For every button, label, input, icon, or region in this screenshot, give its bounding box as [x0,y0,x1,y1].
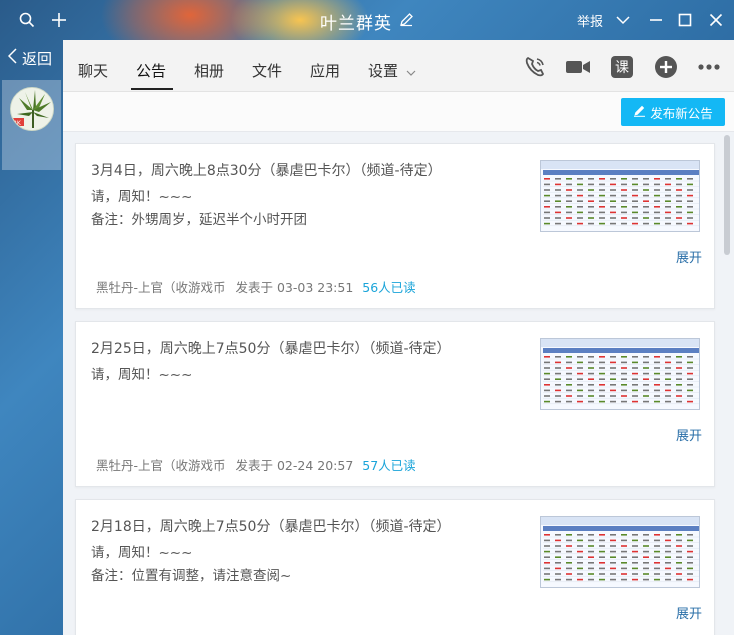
tab-announcements[interactable]: 公告 [136,60,166,81]
main-panel: 聊天 公告 相册 文件 应用 设置 课 发布新公告 3月4日，周六晚上8点30分… [63,40,734,635]
posted-time: 发表于 02-24 20:57 [235,458,354,473]
minimize-icon[interactable] [645,9,667,31]
expand-link[interactable]: 展开 [676,247,702,266]
announcement-title: 2月18日，周六晚上7点50分（暴虐巴卡尔）（频道-待定） [91,519,451,535]
qq-group-window: 叶兰群英 举报 返回 2K 聊天 公告 相册 文件 应用 设置 课 发布新公告 … [0,0,734,635]
back-button[interactable]: 返回 [7,47,53,69]
announcement-feed: 3月4日，周六晚上8点30分（暴虐巴卡尔）（频道-待定） 请，周知！~~~ 备注… [63,133,734,635]
announcement-line: 请，周知！~~~ [91,367,193,383]
chevron-down-icon[interactable] [612,9,634,31]
announcement-title: 2月25日，周六晚上7点50分（暴虐巴卡尔）（频道-待定） [91,341,451,357]
announcement-attachment-thumbnail[interactable] [540,338,700,410]
author-name[interactable]: 黑牡丹-上官（收游戏币 [96,458,226,473]
course-icon[interactable]: 课 [609,54,635,80]
read-count[interactable]: 56人已读 [362,280,415,295]
publish-announcement-button[interactable]: 发布新公告 [621,98,725,126]
announcement-attachment-thumbnail[interactable] [540,160,700,232]
announcement-title: 3月4日，周六晚上8点30分（暴虐巴卡尔）（频道-待定） [91,163,442,179]
course-icon-glyph: 课 [611,56,633,78]
back-label: 返回 [22,49,53,68]
announcement-card[interactable]: 2月25日，周六晚上7点50分（暴虐巴卡尔）（频道-待定） 请，周知！~~~ 展… [75,321,715,487]
publish-label: 发布新公告 [650,105,713,121]
announcement-line: 请，周知！~~~ [91,189,193,205]
chevron-left-icon [7,48,17,68]
author-name[interactable]: 黑牡丹-上官（收游戏币 [96,280,226,295]
close-icon[interactable] [705,9,727,31]
announcement-meta: 黑牡丹-上官（收游戏币 发表于 02-24 20:57 57人已读 [96,455,416,474]
expand-link[interactable]: 展开 [676,425,702,444]
video-call-icon[interactable] [565,54,591,80]
announcement-line: 备注：位置有调整，请注意查阅~ [91,568,292,584]
tab-apps[interactable]: 应用 [310,60,340,81]
maximize-icon[interactable] [674,9,696,31]
announcement-card[interactable]: 2月18日，周六晚上7点50分（暴虐巴卡尔）（频道-待定） 请，周知！~~~ 备… [75,499,715,635]
left-column: 返回 2K [0,40,63,635]
tab-chat[interactable]: 聊天 [78,60,108,81]
posted-time: 发表于 03-03 23:51 [235,280,354,295]
group-avatar[interactable]: 2K [10,87,54,131]
scrollbar-thumb[interactable] [724,135,730,255]
announcement-toolbar: 发布新公告 [63,92,734,132]
read-count[interactable]: 57人已读 [362,458,415,473]
title-bar: 叶兰群英 举报 [0,0,734,40]
tab-settings-label: 设置 [368,62,399,80]
schedule-table-image [541,339,699,405]
tab-bar: 聊天 公告 相册 文件 应用 设置 课 [63,40,734,92]
group-name: 叶兰群英 [320,14,392,34]
announcement-card[interactable]: 3月4日，周六晚上8点30分（暴虐巴卡尔）（频道-待定） 请，周知！~~~ 备注… [75,143,715,309]
schedule-table-image [541,517,699,583]
settings-chevron-icon [406,63,416,81]
announcement-line: 请，周知！~~~ [91,545,193,561]
add-circle-icon[interactable] [653,54,679,80]
report-button[interactable]: 举报 [577,11,603,30]
schedule-table-image [541,161,699,227]
tab-settings[interactable]: 设置 [368,60,416,81]
more-icon[interactable] [696,54,722,80]
announcement-attachment-thumbnail[interactable] [540,516,700,588]
announcement-line: 备注：外甥周岁，延迟半个小时开团 [91,212,307,228]
phone-icon[interactable] [522,54,548,80]
pencil-icon [633,104,646,120]
active-tab-indicator [131,88,173,90]
expand-link[interactable]: 展开 [676,603,702,622]
announcement-meta: 黑牡丹-上官（收游戏币 发表于 03-03 23:51 56人已读 [96,277,416,296]
leaf-icon: 2K [11,88,53,130]
tab-files[interactable]: 文件 [252,60,282,81]
edit-name-icon[interactable] [399,12,414,32]
tab-album[interactable]: 相册 [194,60,224,81]
